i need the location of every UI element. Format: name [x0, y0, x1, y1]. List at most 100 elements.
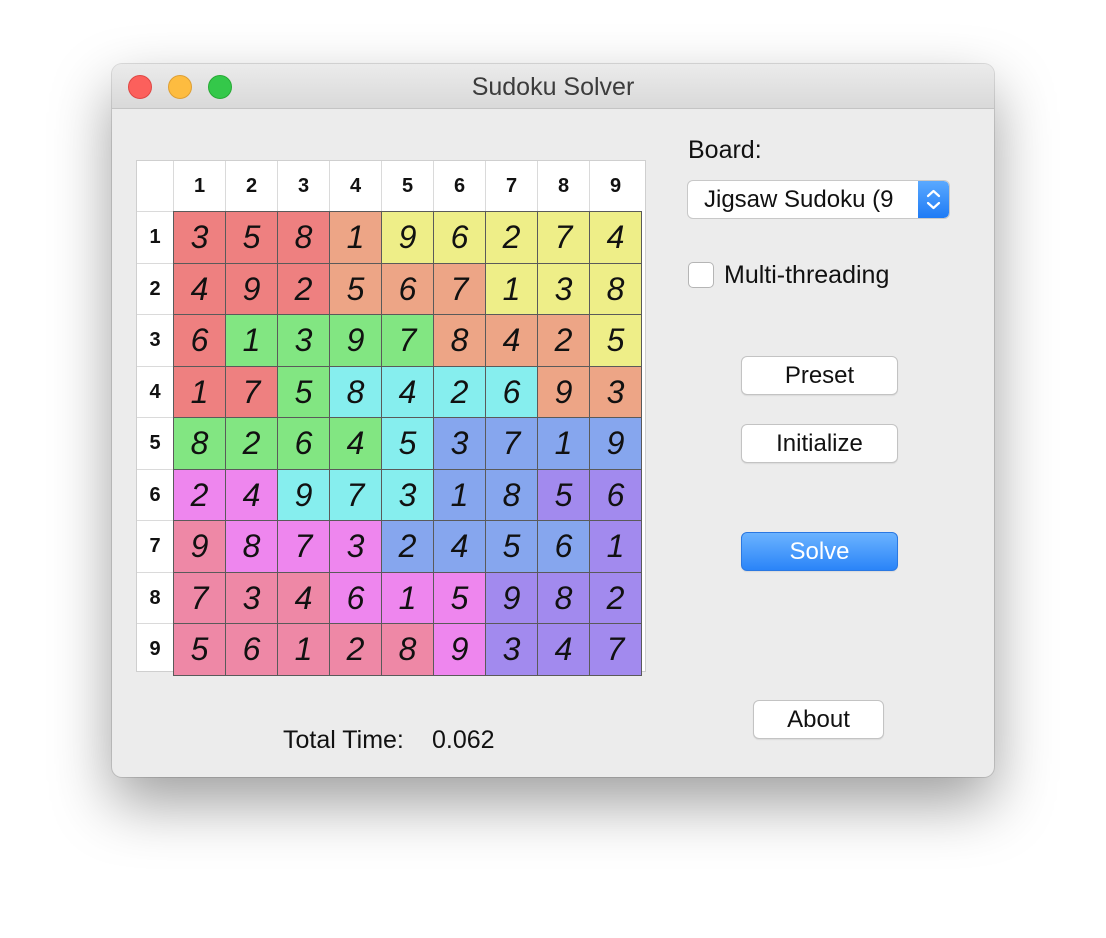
- grid-cell[interactable]: 5: [589, 314, 642, 367]
- grid-cell[interactable]: 4: [485, 314, 538, 367]
- grid-cell[interactable]: 1: [485, 262, 538, 315]
- grid-cell[interactable]: 8: [537, 571, 590, 624]
- grid-cell[interactable]: 6: [381, 262, 434, 315]
- grid-cell[interactable]: 6: [277, 417, 330, 470]
- multithreading-checkbox[interactable]: [688, 262, 714, 288]
- grid-cell[interactable]: 7: [381, 314, 434, 367]
- grid-cell[interactable]: 6: [225, 623, 278, 676]
- grid-cell[interactable]: 8: [433, 314, 486, 367]
- app-window: Sudoku Solver 12345678912345678935819627…: [112, 64, 994, 777]
- grid-cell[interactable]: 2: [225, 417, 278, 470]
- grid-cell[interactable]: 4: [589, 211, 642, 264]
- grid-cell[interactable]: 1: [173, 365, 226, 418]
- grid-cell[interactable]: 5: [485, 520, 538, 573]
- grid-cell[interactable]: 9: [381, 211, 434, 264]
- preset-button[interactable]: Preset: [741, 356, 898, 395]
- grid-cell[interactable]: 4: [433, 520, 486, 573]
- grid-cell[interactable]: 3: [277, 314, 330, 367]
- grid-cell[interactable]: 6: [329, 571, 382, 624]
- column-header: 5: [381, 161, 433, 211]
- grid-cell[interactable]: 7: [589, 623, 642, 676]
- grid-cell[interactable]: 4: [381, 365, 434, 418]
- grid-cell[interactable]: 9: [329, 314, 382, 367]
- updown-chevron-icon[interactable]: [918, 181, 949, 218]
- grid-cell[interactable]: 2: [433, 365, 486, 418]
- grid-cell[interactable]: 6: [433, 211, 486, 264]
- grid-cell[interactable]: 1: [381, 571, 434, 624]
- initialize-button[interactable]: Initialize: [741, 424, 898, 463]
- sudoku-grid: 1234567891234567893581962744925671386139…: [136, 160, 646, 676]
- grid-cell[interactable]: 5: [225, 211, 278, 264]
- grid-cell[interactable]: 6: [485, 365, 538, 418]
- grid-cell[interactable]: 8: [277, 211, 330, 264]
- grid-cell[interactable]: 8: [329, 365, 382, 418]
- grid-cell[interactable]: 6: [173, 314, 226, 367]
- grid-cell[interactable]: 9: [173, 520, 226, 573]
- grid-cell[interactable]: 3: [329, 520, 382, 573]
- grid-cell[interactable]: 7: [329, 468, 382, 521]
- grid-cell[interactable]: 1: [589, 520, 642, 573]
- grid-cell[interactable]: 9: [225, 262, 278, 315]
- grid-cell[interactable]: 6: [589, 468, 642, 521]
- total-time-value: 0.062: [432, 726, 495, 754]
- grid-cell[interactable]: 7: [485, 417, 538, 470]
- grid-cell[interactable]: 1: [537, 417, 590, 470]
- board-select[interactable]: Jigsaw Sudoku (9: [687, 180, 950, 219]
- grid-cell[interactable]: 9: [589, 417, 642, 470]
- grid-cell[interactable]: 7: [225, 365, 278, 418]
- grid-cell[interactable]: 8: [225, 520, 278, 573]
- grid-cell[interactable]: 5: [381, 417, 434, 470]
- grid-cell[interactable]: 5: [537, 468, 590, 521]
- grid-cell[interactable]: 7: [537, 211, 590, 264]
- grid-cell[interactable]: 1: [225, 314, 278, 367]
- grid-cell[interactable]: 8: [381, 623, 434, 676]
- grid-cell[interactable]: 2: [589, 571, 642, 624]
- grid-cell[interactable]: 2: [277, 262, 330, 315]
- row-header: 5: [137, 417, 173, 469]
- grid-cell[interactable]: 3: [589, 365, 642, 418]
- about-button[interactable]: About: [753, 700, 884, 739]
- grid-cell[interactable]: 8: [173, 417, 226, 470]
- multithreading-label: Multi-threading: [724, 261, 890, 289]
- grid-cell[interactable]: 3: [485, 623, 538, 676]
- grid-cell[interactable]: 3: [537, 262, 590, 315]
- grid-cell[interactable]: 2: [329, 623, 382, 676]
- grid-cell[interactable]: 7: [277, 520, 330, 573]
- grid-cell[interactable]: 9: [277, 468, 330, 521]
- grid-cell[interactable]: 7: [173, 571, 226, 624]
- grid-cell[interactable]: 4: [225, 468, 278, 521]
- grid-cell[interactable]: 5: [173, 623, 226, 676]
- grid-cell[interactable]: 1: [329, 211, 382, 264]
- grid-cell[interactable]: 2: [537, 314, 590, 367]
- grid-cell[interactable]: 9: [433, 623, 486, 676]
- grid-cell[interactable]: 1: [277, 623, 330, 676]
- grid-cell[interactable]: 5: [277, 365, 330, 418]
- grid-cell[interactable]: 6: [537, 520, 590, 573]
- grid-cell[interactable]: 4: [277, 571, 330, 624]
- row-header: 9: [137, 623, 173, 675]
- grid-cell[interactable]: 7: [433, 262, 486, 315]
- row-header: 2: [137, 262, 173, 315]
- grid-cell[interactable]: 5: [329, 262, 382, 315]
- grid-cell[interactable]: 3: [225, 571, 278, 624]
- grid-cell[interactable]: 5: [433, 571, 486, 624]
- grid-cell[interactable]: 8: [589, 262, 642, 315]
- grid-cell[interactable]: 2: [173, 468, 226, 521]
- grid-cell[interactable]: 3: [173, 211, 226, 264]
- grid-cell[interactable]: 4: [329, 417, 382, 470]
- board-select-value: Jigsaw Sudoku (9: [704, 186, 894, 213]
- grid-cell[interactable]: 9: [537, 365, 590, 418]
- grid-cell[interactable]: 3: [381, 468, 434, 521]
- grid-cell[interactable]: 9: [485, 571, 538, 624]
- column-header: 7: [485, 161, 537, 211]
- solve-button[interactable]: Solve: [741, 532, 898, 571]
- grid-cell[interactable]: 1: [433, 468, 486, 521]
- grid-cell[interactable]: 8: [485, 468, 538, 521]
- grid-cell[interactable]: 4: [537, 623, 590, 676]
- grid-cell[interactable]: 3: [433, 417, 486, 470]
- column-header: 4: [329, 161, 381, 211]
- grid-cell[interactable]: 4: [173, 262, 226, 315]
- column-header: 2: [225, 161, 277, 211]
- grid-cell[interactable]: 2: [381, 520, 434, 573]
- grid-cell[interactable]: 2: [485, 211, 538, 264]
